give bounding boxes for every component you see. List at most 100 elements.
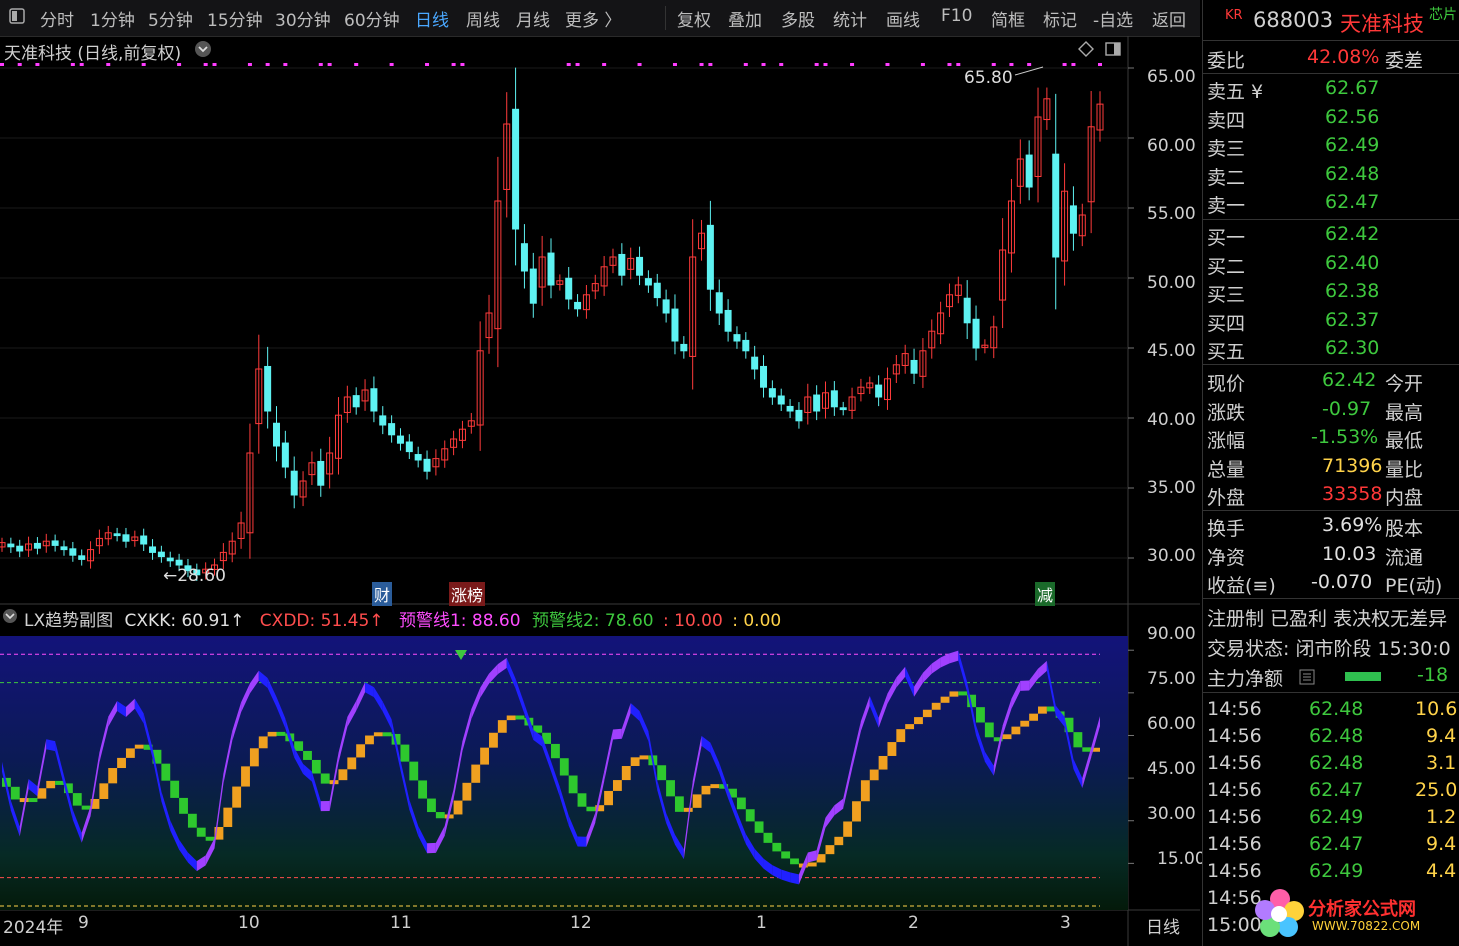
tick-time: 14:56: [1207, 806, 1262, 828]
quote-value: 33358: [1322, 483, 1383, 506]
cxdd-step: [258, 736, 268, 749]
candle-body: [78, 555, 86, 560]
indicator-value-warn2: 预警线2: 78.60: [531, 611, 654, 631]
cxdd-step: [878, 755, 888, 770]
candle-body: [396, 435, 404, 444]
bid-row: 买五 62.30: [1203, 335, 1459, 363]
cxkk-segment: [790, 872, 799, 885]
chevron-down-icon[interactable]: [194, 40, 212, 62]
indicator-value-cxdd: CXDD: 51.45↑: [259, 611, 384, 631]
cxdd-step: [692, 794, 702, 808]
candle-body: [379, 415, 387, 426]
quote-suffix: 内盘: [1385, 487, 1424, 510]
event-badge-finance[interactable]: 财: [372, 582, 393, 606]
cxdd-step: [382, 732, 392, 737]
cxdd-step: [462, 782, 472, 801]
candle-body: [273, 422, 280, 447]
event-badge-limit-up[interactable]: 涨榜: [449, 582, 486, 606]
sector-tag[interactable]: 芯片: [1429, 4, 1457, 24]
tick-price: 62.48: [1309, 725, 1364, 747]
ask-price: 62.67: [1325, 77, 1380, 99]
quote-value: 62.42: [1322, 369, 1377, 391]
event-badge-reduce[interactable]: 减: [1035, 582, 1056, 606]
cxdd-step: [10, 786, 20, 800]
cxdd-step: [81, 805, 91, 810]
candle-body: [910, 359, 918, 374]
cxdd-step: [99, 783, 109, 799]
time-axis-mode[interactable]: 日线: [1146, 913, 1180, 938]
signal-dot: [920, 63, 925, 66]
diamond-icon[interactable]: [1077, 40, 1095, 62]
candle-body: [813, 394, 821, 412]
tick-volume: 4.4: [1426, 860, 1457, 882]
tick-price: 62.48: [1309, 698, 1364, 720]
cxdd-step: [807, 862, 817, 867]
ask-row: 卖一 62.47: [1203, 189, 1459, 217]
cxdd-step: [1029, 713, 1039, 721]
candle-body: [281, 442, 289, 468]
ask-row: 卖五 ¥ 62.67: [1203, 75, 1459, 103]
signal-dot: [672, 63, 677, 66]
signal-dot: [699, 63, 704, 66]
price-tick: 50.00: [1147, 273, 1196, 293]
signal-dot: [425, 63, 430, 66]
price-panel-title: 天准科技 (日线,前复权): [4, 44, 182, 64]
signal-dot: [354, 63, 359, 66]
candle-body: [636, 256, 644, 276]
bid-price: 62.30: [1325, 337, 1380, 360]
tick-price: 62.49: [1309, 860, 1364, 882]
weibi-row: 委比 42.08% 委差: [1207, 46, 1424, 72]
cxdd-step: [117, 757, 126, 769]
window-icon[interactable]: [1104, 40, 1122, 62]
cxdd-step: [834, 836, 844, 846]
signal-dot: [761, 63, 766, 66]
quote-label: 现价: [1207, 373, 1246, 395]
cxdd-step: [772, 842, 782, 852]
chevron-down-icon[interactable]: [2, 608, 18, 628]
bid-row: 买四 62.37: [1203, 307, 1459, 335]
bid-row: 买三 62.38: [1203, 278, 1459, 306]
cxdd-step: [506, 715, 516, 721]
candle-body: [33, 542, 41, 549]
candle-body: [1052, 153, 1060, 258]
signal-dot: [203, 63, 208, 66]
tick-volume: 9.4: [1426, 725, 1457, 747]
cxdd-step: [763, 832, 773, 843]
candle-body: [963, 297, 971, 324]
cxkk-segment: [577, 836, 587, 847]
market-badge: KR: [1225, 8, 1243, 23]
stock-header: KR 688003 天准科技 芯片: [1203, 6, 1459, 38]
fund-suffix: PE(动): [1385, 575, 1443, 598]
indicator-tick: 15.00: [1157, 849, 1206, 869]
fund-suffix: 股本: [1385, 518, 1424, 540]
quote-label: 总量: [1207, 458, 1246, 481]
signal-dot: [212, 63, 217, 66]
candle-body: [760, 365, 768, 388]
signal-dot: [991, 63, 996, 66]
quote-row: 现价 62.42 今开: [1203, 367, 1459, 395]
tick-volume: 10.6: [1415, 698, 1458, 720]
bid-row: 买二 62.40: [1203, 250, 1459, 278]
cxdd-step: [232, 786, 242, 808]
price-tick: 60.00: [1147, 136, 1196, 156]
cxdd-step: [577, 793, 587, 807]
signal-dot: [575, 63, 580, 66]
ask-row: 卖三 62.49: [1203, 132, 1459, 160]
ask-label: 卖二: [1207, 166, 1246, 189]
candle-body: [122, 534, 130, 542]
candle-body: [777, 395, 785, 405]
cxdd-step: [887, 742, 897, 756]
candle-body: [662, 299, 670, 314]
candle-body: [751, 356, 759, 370]
ask-label: 卖三: [1207, 138, 1246, 161]
cxdd-step: [736, 797, 746, 810]
price-tick: 45.00: [1147, 341, 1196, 361]
tick-volume: 9.4: [1426, 833, 1457, 855]
fund-label: 收益(≡): [1207, 575, 1276, 598]
list-icon[interactable]: [1299, 668, 1315, 690]
quote-suffix: 量比: [1385, 458, 1424, 481]
chart-area[interactable]: [0, 0, 1200, 946]
signal-dot: [1098, 63, 1102, 66]
cxdd-step: [515, 715, 525, 720]
cxdd-step: [905, 724, 915, 730]
